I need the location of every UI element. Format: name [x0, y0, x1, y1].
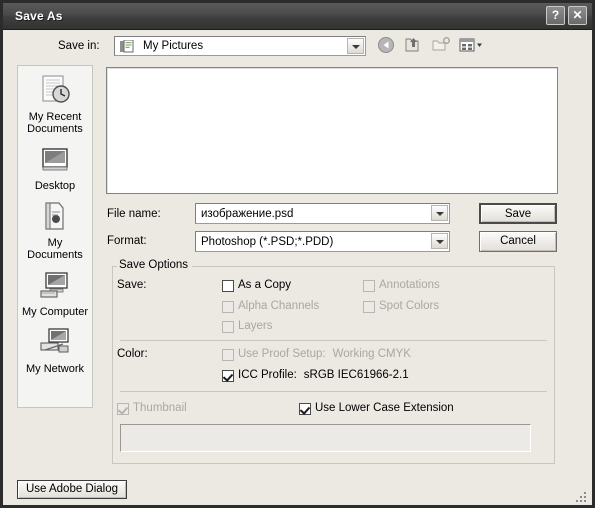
sidebar-item-label: My Recent Documents — [27, 111, 83, 135]
checkbox-use-lower-case-extension[interactable]: Use Lower Case Extension — [299, 402, 454, 415]
sidebar-item-my-network[interactable]: My Network — [18, 318, 92, 375]
divider — [120, 391, 547, 392]
cancel-button[interactable]: Cancel — [479, 231, 557, 252]
create-new-folder-icon[interactable] — [431, 35, 452, 55]
my-documents-icon — [18, 200, 92, 234]
checkbox-box — [222, 280, 234, 292]
save-in-value: My Pictures — [143, 40, 204, 52]
checkbox-box — [222, 349, 234, 361]
checkbox-layers: Layers — [222, 320, 273, 333]
my-computer-icon — [18, 269, 92, 303]
desktop-icon — [18, 143, 92, 177]
checkbox-box — [222, 321, 234, 333]
checkbox-label: Use Lower Case Extension — [315, 402, 454, 414]
sidebar-item-my-documents[interactable]: My Documents — [18, 192, 92, 261]
checkbox-label: Alpha Channels — [238, 300, 320, 312]
divider — [120, 340, 547, 341]
sidebar-item-my-computer[interactable]: My Computer — [18, 261, 92, 318]
checkbox-label: Thumbnail — [133, 402, 187, 414]
up-one-level-icon[interactable] — [404, 35, 425, 55]
checkbox-spot-colors: Spot Colors — [363, 300, 440, 313]
save-section-label: Save: — [117, 279, 147, 291]
color-section-label: Color: — [117, 348, 148, 360]
sidebar-item-desktop[interactable]: Desktop — [18, 135, 92, 192]
checkbox-box — [117, 403, 129, 415]
save-options-legend: Save Options — [117, 259, 193, 271]
save-button[interactable]: Save — [479, 203, 557, 224]
save-in-dropdown[interactable]: My Pictures — [114, 36, 366, 56]
save-as-dialog: Save As ? ✕ Save in: My Pictures My Rece… — [0, 0, 595, 508]
sidebar-item-my-recent-documents[interactable]: My Recent Documents — [18, 66, 92, 135]
chevron-down-icon[interactable] — [431, 233, 448, 249]
back-icon[interactable] — [377, 35, 398, 55]
format-dropdown[interactable]: Photoshop (*.PSD;*.PDD) — [195, 231, 450, 252]
checkbox-box — [363, 280, 375, 292]
icc-profile-value: sRGB IEC61966-2.1 — [303, 369, 409, 381]
format-label: Format: — [107, 235, 147, 247]
chevron-down-icon[interactable] — [347, 38, 364, 54]
places-bar: My Recent Documents Desktop My Documents… — [17, 65, 93, 408]
proof-setup-value: Working CMYK — [332, 348, 411, 360]
checkbox-label: Annotations — [379, 279, 440, 291]
checkbox-label: Layers — [238, 320, 273, 332]
navigation-toolbar — [377, 35, 482, 55]
save-in-row: Save in: My Pictures — [3, 29, 592, 63]
chevron-down-icon[interactable] — [431, 205, 448, 221]
file-name-input[interactable]: изображение.psd — [195, 203, 450, 224]
checkbox-label: ICC Profile: — [238, 369, 297, 381]
resize-grip[interactable] — [576, 490, 588, 502]
checkbox-alpha-channels: Alpha Channels — [222, 300, 320, 313]
file-name-value: изображение.psd — [201, 207, 294, 220]
checkbox-use-proof-setup: Use Proof Setup: Working CMYK — [222, 348, 411, 361]
help-icon[interactable]: ? — [546, 6, 565, 25]
file-list[interactable] — [106, 67, 558, 194]
checkbox-box — [222, 370, 234, 382]
my-pictures-folder-icon — [120, 39, 134, 53]
my-network-icon — [18, 326, 92, 360]
checkbox-icc-profile[interactable]: ICC Profile: sRGB IEC61966-2.1 — [222, 369, 409, 382]
checkbox-label: Spot Colors — [379, 300, 440, 312]
views-icon[interactable] — [458, 35, 482, 55]
options-message-panel — [120, 424, 531, 452]
sidebar-item-label: My Network — [25, 363, 85, 375]
checkbox-box — [363, 301, 375, 313]
format-value: Photoshop (*.PSD;*.PDD) — [201, 235, 334, 248]
checkbox-thumbnail: Thumbnail — [117, 402, 187, 415]
titlebar: Save As ? ✕ — [3, 3, 592, 30]
checkbox-box — [222, 301, 234, 313]
save-in-label: Save in: — [58, 40, 100, 52]
sidebar-item-label: My Computer — [21, 306, 89, 318]
checkbox-as-a-copy[interactable]: As a Copy — [222, 279, 292, 292]
checkbox-label: As a Copy — [238, 279, 292, 291]
file-name-label: File name: — [107, 208, 161, 220]
window-title: Save As — [15, 9, 63, 23]
checkbox-annotations: Annotations — [363, 279, 440, 292]
close-icon[interactable]: ✕ — [568, 6, 587, 25]
use-adobe-dialog-button[interactable]: Use Adobe Dialog — [17, 480, 127, 499]
checkbox-label: Use Proof Setup: — [238, 348, 326, 360]
titlebar-buttons: ? ✕ — [546, 6, 587, 25]
recent-documents-icon — [18, 74, 92, 108]
sidebar-item-label: My Documents — [27, 237, 83, 261]
checkbox-box — [299, 403, 311, 415]
sidebar-item-label: Desktop — [34, 180, 76, 192]
